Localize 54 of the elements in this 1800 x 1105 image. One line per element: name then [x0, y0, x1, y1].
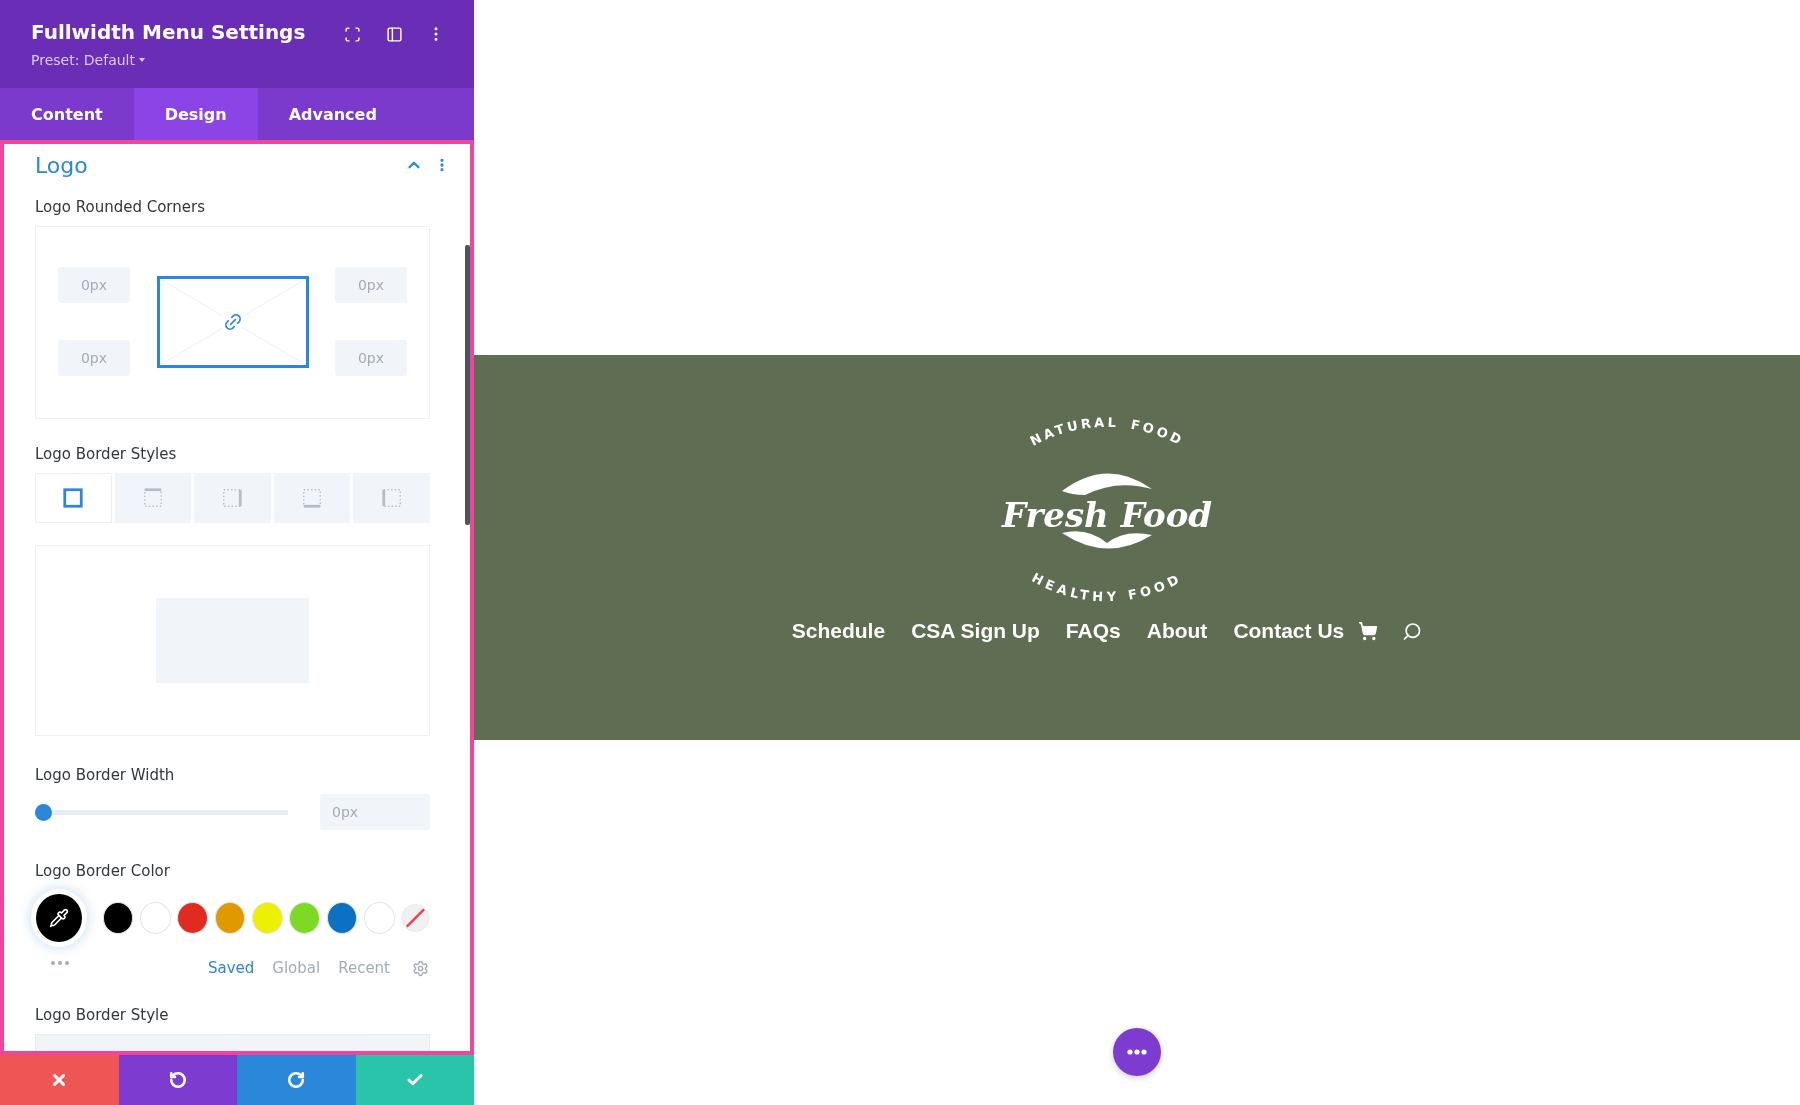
- nav-link[interactable]: Contact Us: [1233, 619, 1345, 643]
- corner-input[interactable]: 0px: [335, 267, 407, 304]
- nav-link[interactable]: FAQs: [1065, 619, 1121, 643]
- width-input[interactable]: 0px: [320, 794, 430, 830]
- eyedropper-icon: [49, 908, 70, 928]
- preset-dropdown[interactable]: Preset: Default: [31, 52, 306, 68]
- border-side-icon: [380, 487, 403, 509]
- panel-title: Fullwidth Menu Settings: [31, 20, 306, 44]
- settings-tab[interactable]: Content: [0, 88, 134, 140]
- field-label: Logo Border Width: [35, 766, 176, 784]
- border-side-icon: [62, 487, 85, 509]
- field-label: Logo Border Style: [35, 1006, 170, 1024]
- field-label: Logo Border Color: [35, 862, 171, 880]
- border-style-tab[interactable]: [35, 473, 112, 523]
- color-swatch[interactable]: [363, 902, 395, 934]
- settings-icon[interactable]: [410, 958, 430, 978]
- section-title[interactable]: Logo: [35, 152, 88, 178]
- scrollbar[interactable]: [465, 245, 470, 525]
- leaf-icon: [1062, 473, 1152, 495]
- field-label: Logo Rounded Corners: [35, 198, 206, 216]
- color-swatch[interactable]: [102, 902, 134, 934]
- border-side-icon: [141, 487, 164, 509]
- leaf-icon: [1062, 531, 1152, 549]
- nav-link[interactable]: About: [1146, 619, 1208, 643]
- logo-name: Fresh Food: [1001, 495, 1213, 535]
- field-label: Logo Border Styles: [35, 445, 178, 463]
- corner-input[interactable]: 0px: [58, 339, 130, 376]
- dots-icon: [1127, 1049, 1147, 1055]
- undo-button[interactable]: [118, 1055, 237, 1105]
- nav-link[interactable]: Schedule: [791, 619, 886, 643]
- sidebar-icon[interactable]: [384, 24, 404, 44]
- color-swatch[interactable]: [326, 902, 358, 934]
- color-swatch[interactable]: [251, 902, 283, 934]
- corner-input[interactable]: 0px: [58, 267, 130, 304]
- settings-tab[interactable]: Advanced: [257, 88, 408, 140]
- color-swatch[interactable]: [177, 902, 209, 934]
- fullscreen-icon[interactable]: [342, 24, 362, 44]
- color-swatch[interactable]: [139, 902, 171, 934]
- no-color-swatch[interactable]: [401, 903, 431, 933]
- color-swatch[interactable]: [289, 902, 321, 934]
- redo-icon: [287, 1071, 306, 1089]
- cart-icon[interactable]: [1358, 621, 1379, 641]
- palette-tab[interactable]: Saved: [207, 959, 255, 977]
- search-icon[interactable]: [1402, 621, 1423, 641]
- settings-tab[interactable]: Design: [133, 88, 258, 140]
- color-swatch[interactable]: [214, 902, 246, 934]
- border-side-icon: [221, 487, 244, 509]
- undo-icon: [168, 1071, 187, 1089]
- redo-button[interactable]: [237, 1055, 356, 1105]
- more-button[interactable]: [1113, 1028, 1161, 1076]
- corner-input[interactable]: 0px: [335, 339, 407, 376]
- border-side-icon: [301, 487, 324, 509]
- nav-link[interactable]: CSA Sign Up: [911, 619, 1040, 643]
- slider-thumb[interactable]: [35, 803, 52, 821]
